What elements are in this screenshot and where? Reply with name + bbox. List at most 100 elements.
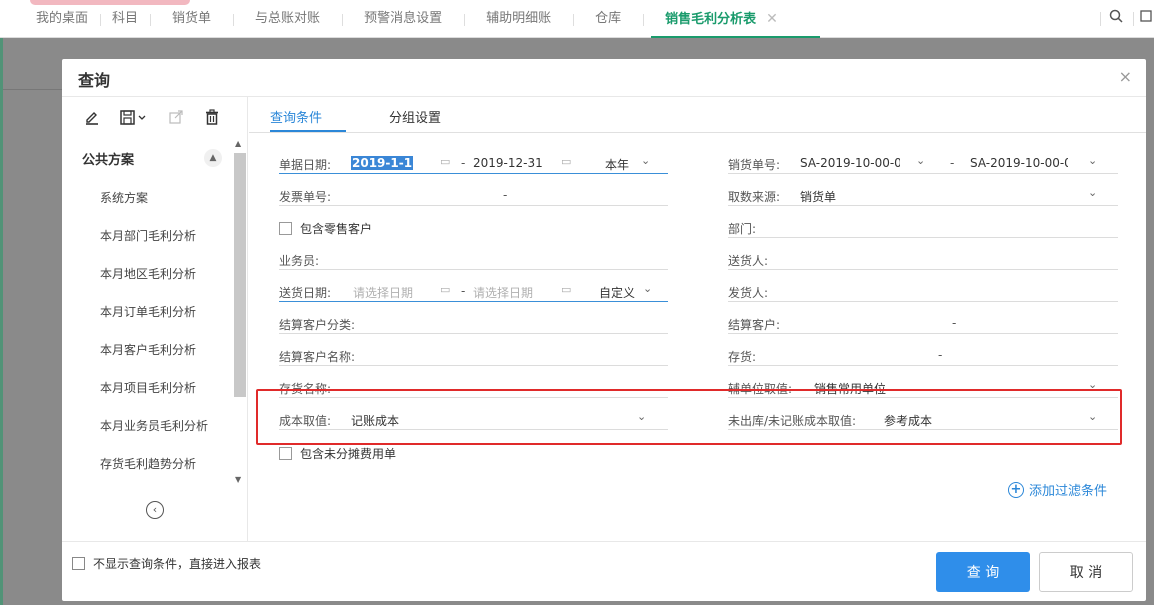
field-label: 单据日期: — [279, 158, 332, 172]
field-label: 送货日期: — [279, 286, 332, 300]
include-unallocated-checkbox[interactable]: 包含未分摊费用单 — [279, 445, 396, 462]
tab-aux-detail[interactable]: 辅助明细账 — [464, 0, 573, 38]
scheme-scrollbar[interactable]: ▲ ▼ — [232, 137, 246, 489]
tab-label: 仓库 — [595, 11, 622, 26]
tab-alert-settings[interactable]: 预警消息设置 — [342, 0, 464, 38]
settle-cust-field[interactable]: 结算客户: - — [728, 314, 1118, 334]
field-label: 发货人: — [728, 286, 769, 300]
scheme-item[interactable]: 系统方案 — [100, 189, 148, 206]
period-select-value[interactable]: 自定义 — [599, 284, 635, 301]
scheme-toolbar — [62, 97, 248, 137]
invoice-no-field[interactable]: 发票单号: - — [279, 186, 668, 206]
date-from-input[interactable]: 请选择日期 — [353, 284, 413, 301]
checkbox-box[interactable] — [72, 557, 85, 570]
scheme-item[interactable]: 本月部门毛利分析 — [100, 227, 196, 244]
calendar-icon[interactable]: ▭ — [440, 155, 450, 168]
range-dash: - — [950, 156, 955, 170]
chevron-up-icon[interactable]: ▲ — [204, 149, 222, 167]
cancel-button[interactable]: 取 消 — [1039, 552, 1133, 592]
sales-no-from-input[interactable]: SA-2019-10-00-0 — [800, 156, 900, 170]
date-from-input[interactable]: 2019-1-1 — [351, 156, 414, 170]
scroll-thumb[interactable] — [234, 153, 246, 397]
export-icon[interactable] — [166, 107, 186, 127]
field-label: 发票单号: — [279, 190, 332, 204]
tab-desktop[interactable]: 我的桌面 — [24, 0, 100, 38]
inventory-field[interactable]: 存货: - — [728, 346, 1118, 366]
include-retail-checkbox[interactable]: 包含零售客户 — [279, 220, 372, 237]
scheme-item[interactable]: 本月业务员毛利分析 — [100, 417, 208, 434]
tab-sales-order[interactable]: 销货单 — [150, 0, 233, 38]
sales-no-field[interactable]: 销货单号: SA-2019-10-00-0 ⌄ - SA-2019-10-00-… — [728, 154, 1118, 174]
deliverer-field[interactable]: 送货人: — [728, 250, 1118, 270]
scheme-item[interactable]: 本月地区毛利分析 — [100, 265, 196, 282]
collapse-left-icon[interactable]: ‹ — [146, 501, 164, 519]
close-icon[interactable]: ✕ — [766, 11, 778, 27]
shipper-field[interactable]: 发货人: — [728, 282, 1118, 302]
checkbox-box[interactable] — [279, 447, 292, 460]
doc-date-field[interactable]: 单据日期: 2019-1-1 ▭ - 2019-12-31 ▭ 本年 ⌄ — [279, 154, 668, 174]
range-dash: - — [461, 284, 466, 298]
calendar-icon[interactable]: ▭ — [440, 283, 450, 296]
scheme-panel: 公共方案 ▲ 系统方案 本月部门毛利分析 本月地区毛利分析 本月订单毛利分析 本… — [62, 97, 248, 541]
scheme-item[interactable]: 本月项目毛利分析 — [100, 379, 196, 396]
settle-cust-name-field[interactable]: 结算客户名称: — [279, 346, 668, 366]
tab-warehouse[interactable]: 仓库 — [573, 0, 643, 38]
calendar-icon[interactable]: ▭ — [561, 283, 571, 296]
query-tabs: 查询条件 分组设置 — [249, 97, 1146, 133]
delete-icon[interactable] — [202, 107, 222, 127]
annotation-highlight-box — [256, 389, 1122, 445]
chevron-down-icon[interactable]: ⌄ — [1088, 154, 1097, 167]
dialog-header: 查询 × — [62, 59, 1146, 97]
edit-icon[interactable] — [82, 107, 102, 127]
field-label: 业务员: — [279, 254, 320, 268]
scroll-down-icon[interactable]: ▼ — [235, 475, 241, 484]
active-tab-indicator — [270, 130, 346, 132]
tab-group-settings[interactable]: 分组设置 — [389, 107, 441, 126]
select-value: 销货单 — [800, 190, 837, 204]
department-field[interactable]: 部门: — [728, 218, 1118, 238]
expand-icon[interactable] — [1140, 9, 1152, 27]
period-select-value[interactable]: 本年 — [605, 156, 629, 173]
date-to-input[interactable]: 2019-12-31 — [473, 156, 543, 170]
checkbox-label: 包含零售客户 — [300, 222, 373, 236]
sales-no-to-input[interactable]: SA-2019-10-00-0 — [970, 156, 1068, 170]
checkbox-box[interactable] — [279, 222, 292, 235]
tab-ledger-reconcile[interactable]: 与总账对账 — [233, 0, 342, 38]
settle-cust-class-field[interactable]: 结算客户分类: — [279, 314, 668, 334]
tab-label: 科目 — [112, 11, 139, 26]
tab-sales-profit-analysis[interactable]: 销售毛利分析表 ✕ — [643, 0, 820, 38]
chevron-down-icon[interactable]: ⌄ — [643, 282, 652, 295]
data-source-select[interactable]: 取数来源: 销货单 ⌄ — [728, 186, 1118, 206]
close-icon[interactable]: × — [1119, 67, 1132, 86]
chevron-down-icon[interactable]: ⌄ — [916, 154, 925, 167]
range-dash: - — [938, 348, 943, 362]
scroll-up-icon[interactable]: ▲ — [235, 139, 241, 148]
add-filter-button[interactable]: + 添加过滤条件 — [1008, 480, 1107, 499]
field-label: 销货单号: — [728, 158, 781, 172]
dialog-title: 查询 — [78, 71, 111, 90]
tab-subject[interactable]: 科目 — [100, 0, 150, 38]
tab-query-conditions[interactable]: 查询条件 — [270, 107, 322, 126]
tab-label: 我的桌面 — [36, 11, 89, 26]
query-button[interactable]: 查 询 — [936, 552, 1030, 592]
tab-label: 预警消息设置 — [364, 11, 443, 26]
range-dash: - — [461, 156, 466, 170]
chevron-down-icon[interactable]: ⌄ — [641, 154, 650, 167]
scheme-item[interactable]: 存货毛利趋势分析 — [100, 455, 196, 472]
chevron-down-icon[interactable]: ⌄ — [1088, 186, 1097, 199]
delivery-date-field[interactable]: 送货日期: 请选择日期 ▭ - 请选择日期 ▭ 自定义 ⌄ — [279, 282, 668, 302]
field-label: 结算客户分类: — [279, 318, 356, 332]
salesman-field[interactable]: 业务员: — [279, 250, 668, 270]
dialog-footer: 不显示查询条件，直接进入报表 查 询 取 消 — [62, 541, 1146, 601]
skip-conditions-checkbox[interactable]: 不显示查询条件，直接进入报表 — [72, 555, 261, 572]
tab-label: 销售毛利分析表 — [665, 12, 757, 27]
field-label: 取数来源: — [728, 190, 781, 204]
tab-label: 辅助明细账 — [486, 11, 552, 26]
scheme-item[interactable]: 本月订单毛利分析 — [100, 303, 196, 320]
save-icon[interactable] — [118, 107, 150, 127]
scheme-item[interactable]: 本月客户毛利分析 — [100, 341, 196, 358]
field-label: 部门: — [728, 222, 757, 236]
date-to-input[interactable]: 请选择日期 — [473, 284, 533, 301]
calendar-icon[interactable]: ▭ — [561, 155, 571, 168]
search-icon[interactable] — [1105, 9, 1127, 29]
